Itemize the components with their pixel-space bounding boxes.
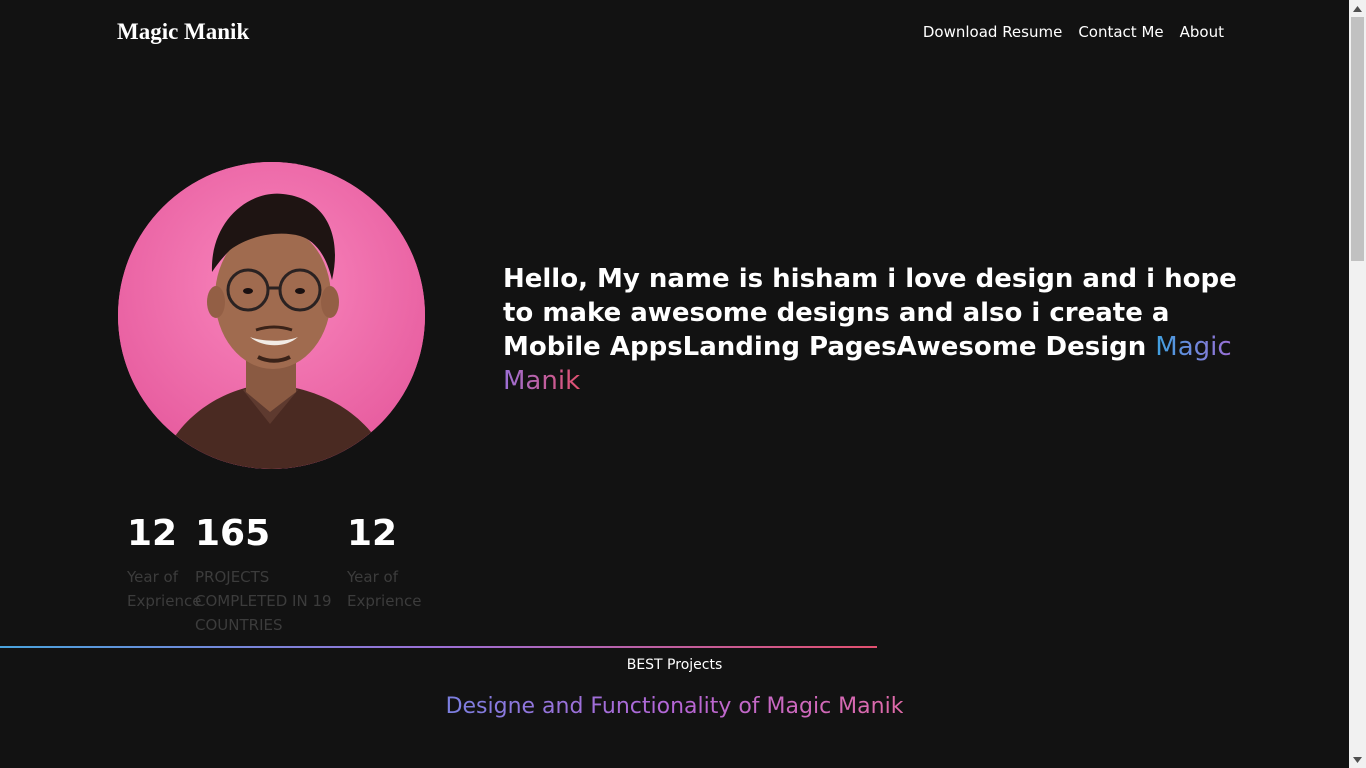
page: Magic Manik Download Resume Contact Me A… xyxy=(0,0,1349,768)
intro-text: Hello, My name is hisham i love design a… xyxy=(503,264,1237,362)
nav-download-resume[interactable]: Download Resume xyxy=(923,22,1062,42)
stat-label: Year of Exprience xyxy=(127,568,202,610)
stat-projects: 165 PROJECTS COMPLETED IN 19 COUNTRIES xyxy=(195,512,335,637)
portrait-illustration xyxy=(118,162,425,469)
scroll-up-arrow-icon[interactable] xyxy=(1349,0,1366,17)
nav-about[interactable]: About xyxy=(1180,22,1224,42)
brand-logo[interactable]: Magic Manik xyxy=(117,17,249,47)
stat-label: Year of Exprience xyxy=(347,568,422,610)
section-title: Designe and Functionality of Magic Manik xyxy=(0,692,1349,722)
gradient-divider xyxy=(0,646,877,648)
section-title-text: Designe and Functionality of Magic Manik xyxy=(445,694,904,719)
stat-years-1: 12 Year of Exprience xyxy=(127,512,202,613)
stat-value: 12 xyxy=(347,513,398,554)
intro-paragraph: Hello, My name is hisham i love design a… xyxy=(503,262,1273,398)
stat-value: 12 xyxy=(127,513,178,554)
scrollbar-thumb[interactable] xyxy=(1351,17,1364,261)
stat-label: PROJECTS COMPLETED IN 19 COUNTRIES xyxy=(195,568,332,634)
top-nav: Download Resume Contact Me About xyxy=(907,22,1224,42)
stat-years-2: 12 Year of Exprience xyxy=(347,512,422,613)
stat-value: 165 xyxy=(195,513,271,554)
scroll-down-arrow-icon[interactable] xyxy=(1349,751,1366,768)
vertical-scrollbar[interactable] xyxy=(1349,0,1366,768)
nav-contact-me[interactable]: Contact Me xyxy=(1078,22,1163,42)
profile-photo xyxy=(118,162,425,469)
section-label: BEST Projects xyxy=(626,657,723,673)
